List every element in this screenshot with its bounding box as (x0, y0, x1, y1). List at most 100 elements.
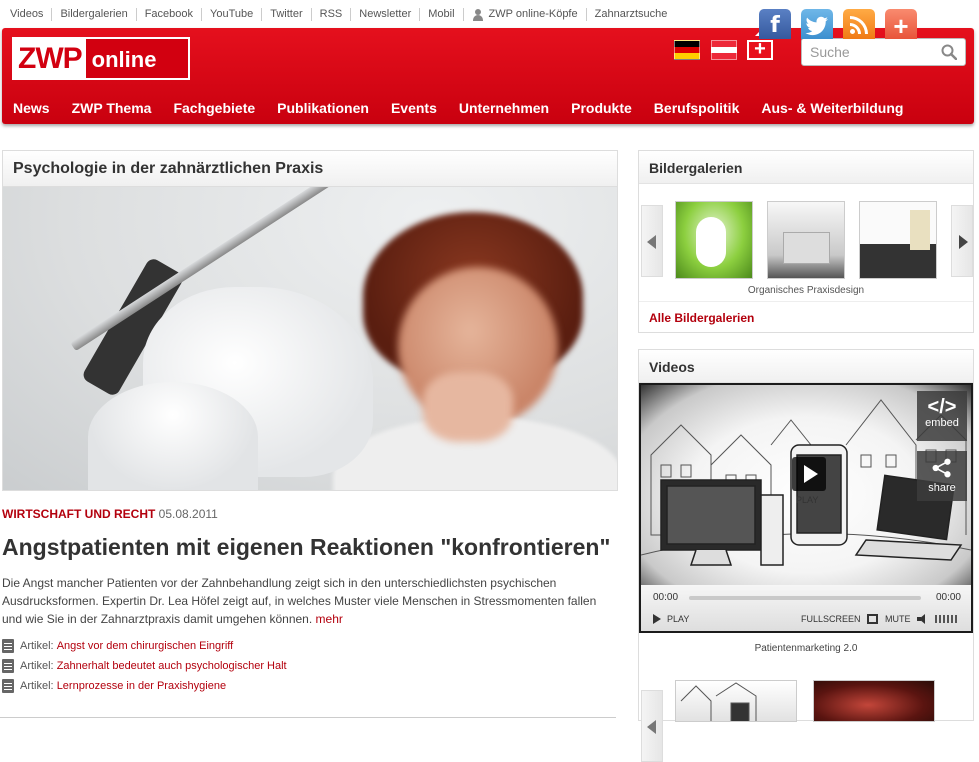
fullscreen-icon (866, 614, 878, 624)
article-teaser: Die Angst mancher Patienten vor der Zahn… (2, 574, 602, 628)
video-player: </> embed share PLAY 00:00 00:00 PLAY FU… (639, 383, 973, 633)
video-screen[interactable]: </> embed share PLAY (641, 385, 971, 585)
nav-berufspolitik[interactable]: Berufspolitik (643, 98, 751, 118)
video-prev-arrow-icon[interactable] (641, 690, 663, 762)
util-link-koepfe[interactable]: ZWP online-Köpfe (462, 8, 586, 21)
document-icon (2, 679, 14, 693)
video-current-time: 00:00 (653, 592, 679, 603)
related-article-item: Artikel: Lernprozesse in der Praxishygie… (2, 676, 618, 696)
video-progress-bar[interactable] (689, 596, 921, 600)
video-mute-button[interactable]: MUTE (885, 614, 957, 624)
util-link-rss[interactable]: RSS (310, 8, 351, 21)
article-title[interactable]: Angstpatienten mit eigenen Reaktionen "k… (2, 535, 618, 560)
related-article-prefix: Artikel: (20, 660, 54, 672)
related-article-prefix: Artikel: (20, 640, 54, 652)
nav-publikationen[interactable]: Publikationen (266, 98, 380, 118)
nav-unternehmen[interactable]: Unternehmen (448, 98, 560, 118)
article-hero-image[interactable] (2, 186, 618, 491)
gallery-title: Bildergalerien (639, 151, 973, 184)
gallery-thumbnail[interactable] (859, 201, 937, 279)
code-icon: </> (927, 396, 957, 418)
share-icon (932, 458, 951, 478)
gallery-next-arrow-icon[interactable] (951, 205, 973, 277)
logo-zwp: ZWP (14, 39, 86, 78)
flag-germany-icon[interactable] (674, 40, 700, 60)
article-divider (0, 717, 616, 718)
article-more-link[interactable]: mehr (316, 612, 343, 626)
utility-bar: Videos Bildergalerien Facebook YouTube T… (0, 0, 979, 39)
related-articles: Artikel: Angst vor dem chirurgischen Ein… (2, 636, 618, 696)
nav-events[interactable]: Events (380, 98, 448, 118)
video-thumbnail[interactable] (675, 680, 797, 722)
article-meta: WIRTSCHAFT UND RECHT 05.08.2011 (2, 507, 618, 521)
twitter-icon[interactable] (801, 9, 833, 39)
gallery-prev-arrow-icon[interactable] (641, 205, 663, 277)
share-label: share (928, 482, 956, 494)
flag-switzerland-icon[interactable]: + (747, 39, 773, 60)
related-article-link[interactable]: Zahnerhalt bedeutet auch psychologischer… (57, 660, 287, 672)
share-button[interactable]: share (917, 451, 967, 501)
nav-produkte[interactable]: Produkte (560, 98, 643, 118)
gallery-thumbnail[interactable] (675, 201, 753, 279)
video-fullscreen-button[interactable]: FULLSCREEN (801, 614, 878, 624)
video-fullscreen-label: FULLSCREEN (801, 614, 861, 624)
util-link-zahnarztsuche[interactable]: Zahnarztsuche (585, 8, 676, 21)
util-link-mobil[interactable]: Mobil (419, 8, 462, 21)
video-mute-label: MUTE (885, 614, 911, 624)
speaker-icon (916, 614, 929, 624)
person-icon (472, 8, 484, 21)
nav-news[interactable]: News (2, 98, 61, 118)
hero-gloved-hand-lower (88, 382, 258, 490)
related-article-link[interactable]: Lernprozesse in der Praxishygiene (57, 680, 226, 692)
search-icon[interactable] (941, 44, 957, 60)
search-input[interactable] (802, 39, 932, 65)
embed-label: embed (925, 417, 959, 429)
util-link-facebook[interactable]: Facebook (135, 8, 201, 21)
utility-links: Videos Bildergalerien Facebook YouTube T… (4, 8, 675, 21)
gallery-separator (639, 301, 973, 302)
gallery-box: Bildergalerien Organisches Praxisdesign … (638, 150, 974, 333)
play-overlay-icon[interactable] (792, 457, 826, 491)
article-section-title: Psychologie in der zahnärztlichen Praxis (2, 150, 618, 186)
play-icon (653, 614, 661, 624)
plus-share-icon[interactable]: + (885, 9, 917, 39)
util-link-newsletter[interactable]: Newsletter (350, 8, 419, 21)
document-icon (2, 639, 14, 653)
video-caption: Patientenmarketing 2.0 (754, 643, 858, 654)
related-article-prefix: Artikel: (20, 680, 54, 692)
featured-article: Psychologie in der zahnärztlichen Praxis… (2, 150, 618, 696)
all-galleries-link[interactable]: Alle Bildergalerien (649, 311, 754, 325)
search-box (801, 38, 966, 66)
related-article-link[interactable]: Angst vor dem chirurgischen Eingriff (57, 640, 234, 652)
video-play-label: PLAY (667, 614, 690, 624)
site-header: ZWP online + News ZWP Thema Fachgebiete … (2, 28, 974, 124)
gallery-caption: Organisches Praxisdesign (747, 285, 865, 296)
video-duration: 00:00 (935, 592, 961, 603)
rss-feed-icon (850, 16, 868, 34)
rss-icon[interactable] (843, 9, 875, 39)
nav-fachgebiete[interactable]: Fachgebiete (162, 98, 266, 118)
facebook-icon[interactable]: f (759, 9, 791, 39)
util-link-twitter[interactable]: Twitter (261, 8, 310, 21)
util-link-videos[interactable]: Videos (4, 8, 51, 21)
play-overlay-label: PLAY (796, 495, 819, 505)
article-teaser-text: Die Angst mancher Patienten vor der Zahn… (2, 576, 597, 626)
related-article-item: Artikel: Zahnerhalt bedeutet auch psycho… (2, 656, 618, 676)
nav-aus-weiterbildung[interactable]: Aus- & Weiterbildung (750, 98, 914, 118)
twitter-bird-icon (805, 16, 828, 36)
video-thumbnail[interactable] (813, 680, 935, 722)
zwp-online-logo[interactable]: ZWP online (12, 37, 190, 80)
related-article-item: Artikel: Angst vor dem chirurgischen Ein… (2, 636, 618, 656)
embed-button[interactable]: </> embed (917, 391, 967, 441)
flag-austria-icon[interactable] (711, 40, 737, 60)
util-link-bildergalerien[interactable]: Bildergalerien (51, 8, 135, 21)
article-category[interactable]: WIRTSCHAFT UND RECHT (2, 507, 155, 521)
util-link-koepfe-label: ZWP online-Köpfe (488, 8, 578, 20)
volume-slider[interactable] (934, 615, 957, 623)
gallery-thumbnail[interactable] (767, 201, 845, 279)
util-link-youtube[interactable]: YouTube (201, 8, 261, 21)
nav-zwp-thema[interactable]: ZWP Thema (61, 98, 163, 118)
video-play-button[interactable]: PLAY (653, 614, 689, 624)
videos-title: Videos (639, 350, 973, 383)
video-controls: 00:00 00:00 PLAY FULLSCREEN MUTE (641, 585, 971, 631)
